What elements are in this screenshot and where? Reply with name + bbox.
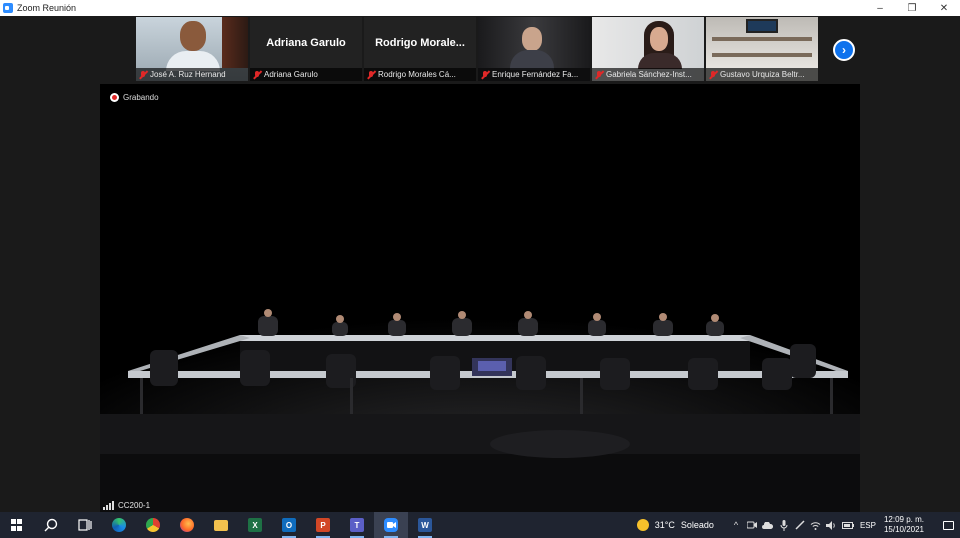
input-language[interactable]: ESP xyxy=(860,521,876,530)
restore-button[interactable]: ❐ xyxy=(896,0,928,16)
participant-tile[interactable]: Gustavo Urquiza Beltr... xyxy=(706,17,818,81)
shelf xyxy=(712,53,812,57)
mic-muted-icon xyxy=(139,70,147,79)
volume-icon[interactable] xyxy=(825,512,839,538)
search-icon xyxy=(44,518,58,532)
participant-video xyxy=(522,27,542,51)
participant-tile[interactable]: Gabriela Sánchez-Inst... xyxy=(592,17,704,81)
zoom-window: Zoom Reunión – ❐ ✕ José A. Ruz Hernand A… xyxy=(0,0,960,538)
microphone-icon[interactable] xyxy=(777,512,791,538)
firefox-icon xyxy=(180,518,194,532)
participant-name: Rodrigo Morales Cá... xyxy=(378,70,456,79)
battery-icon[interactable] xyxy=(841,512,855,538)
mic-muted-icon xyxy=(253,70,261,79)
recording-indicator: Grabando xyxy=(110,93,159,102)
active-speaker-video[interactable]: Grabando xyxy=(100,84,860,512)
windows-icon xyxy=(11,519,23,531)
recording-label: Grabando xyxy=(123,93,159,102)
start-button[interactable] xyxy=(0,512,34,538)
participant-name-card: Rodrigo Morale... xyxy=(375,36,465,49)
participant-strip: José A. Ruz Hernand Adriana Garulo Adria… xyxy=(136,17,818,81)
participant-name: Gabriela Sánchez-Inst... xyxy=(606,70,692,79)
window-title: Zoom Reunión xyxy=(17,3,77,13)
clock-time: 12:09 p. m. xyxy=(883,515,924,524)
excel-icon: X xyxy=(248,518,262,532)
chrome-taskbar-button[interactable] xyxy=(136,512,170,538)
participant-caption: Enrique Fernández Fa... xyxy=(478,68,590,81)
task-view-icon xyxy=(78,519,92,531)
participant-name: Gustavo Urquiza Beltr... xyxy=(720,70,805,79)
meeting-room-scene xyxy=(100,284,860,512)
wifi-icon[interactable] xyxy=(809,512,823,538)
search-button[interactable] xyxy=(34,512,68,538)
clock-date: 15/10/2021 xyxy=(883,525,924,534)
pen-icon[interactable] xyxy=(793,512,807,538)
notifications-button[interactable] xyxy=(936,512,960,538)
next-page-button[interactable]: › xyxy=(833,39,855,61)
task-view-button[interactable] xyxy=(68,512,102,538)
notification-icon xyxy=(942,520,954,530)
participant-tile[interactable]: Rodrigo Morale... Rodrigo Morales Cá... xyxy=(364,17,476,81)
participant-video-face xyxy=(650,27,668,51)
folder-icon xyxy=(214,519,228,531)
powerpoint-taskbar-button[interactable]: P xyxy=(306,512,340,538)
recording-icon xyxy=(110,93,119,102)
weather-widget[interactable]: 31°C Soleado xyxy=(636,519,720,531)
mic-muted-icon xyxy=(595,70,603,79)
edge-taskbar-button[interactable] xyxy=(102,512,136,538)
participant-caption: Gustavo Urquiza Beltr... xyxy=(706,68,818,81)
zoom-taskbar-button[interactable] xyxy=(374,512,408,538)
zoom-icon xyxy=(384,518,398,532)
camera-tray-icon[interactable] xyxy=(745,512,759,538)
minimize-button[interactable]: – xyxy=(864,0,896,16)
powerpoint-icon: P xyxy=(316,518,330,532)
speaker-name: CC200-1 xyxy=(118,500,151,510)
participant-video xyxy=(180,21,206,51)
file-explorer-taskbar-button[interactable] xyxy=(204,512,238,538)
participant-tile[interactable]: Enrique Fernández Fa... xyxy=(478,17,590,81)
show-hidden-icons-button[interactable]: ^ xyxy=(729,512,743,538)
participant-name: Enrique Fernández Fa... xyxy=(492,70,579,79)
sun-icon xyxy=(636,519,649,531)
edge-icon xyxy=(112,518,126,532)
mic-muted-icon xyxy=(481,70,489,79)
system-clock[interactable]: 12:09 p. m. 15/10/2021 xyxy=(884,515,924,535)
participant-caption: Rodrigo Morales Cá... xyxy=(364,68,476,81)
cloud-icon[interactable] xyxy=(761,512,775,538)
participant-name-card: Adriana Garulo xyxy=(266,36,346,49)
participant-name: Adriana Garulo xyxy=(264,70,318,79)
speaker-label: CC200-1 xyxy=(100,498,180,512)
participant-tile[interactable]: Adriana Garulo Adriana Garulo xyxy=(250,17,362,81)
word-taskbar-button[interactable]: W xyxy=(408,512,442,538)
wall-screen xyxy=(746,19,778,33)
close-button[interactable]: ✕ xyxy=(928,0,960,16)
outlook-icon: O xyxy=(282,518,296,532)
shelf xyxy=(712,37,812,41)
weather-temp: 31°C xyxy=(654,520,675,530)
system-tray: 31°C Soleado ^ ESP 12:09 p. m. 15/10/202… xyxy=(636,512,960,538)
word-icon: W xyxy=(418,518,432,532)
signal-icon xyxy=(103,500,114,510)
participant-caption: José A. Ruz Hernand xyxy=(136,68,248,81)
participant-caption: Gabriela Sánchez-Inst... xyxy=(592,68,704,81)
excel-taskbar-button[interactable]: X xyxy=(238,512,272,538)
teams-taskbar-button[interactable]: T xyxy=(340,512,374,538)
participant-name: José A. Ruz Hernand xyxy=(150,70,226,79)
firefox-taskbar-button[interactable] xyxy=(170,512,204,538)
mic-muted-icon xyxy=(709,70,717,79)
chrome-icon xyxy=(146,518,160,532)
participant-caption: Adriana Garulo xyxy=(250,68,362,81)
title-bar[interactable]: Zoom Reunión – ❐ ✕ xyxy=(0,0,960,16)
zoom-app-icon xyxy=(3,3,13,13)
weather-desc: Soleado xyxy=(680,520,714,530)
bookshelf-background xyxy=(222,17,248,68)
teams-icon: T xyxy=(350,518,364,532)
outlook-taskbar-button[interactable]: O xyxy=(272,512,306,538)
participant-tile[interactable]: José A. Ruz Hernand xyxy=(136,17,248,81)
windows-taskbar: X O P T W 31°C Soleado ^ ESP 12:09 p. m.… xyxy=(0,512,960,538)
window-controls: – ❐ ✕ xyxy=(864,0,960,16)
participant-video-body xyxy=(638,53,682,69)
mic-muted-icon xyxy=(367,70,375,79)
